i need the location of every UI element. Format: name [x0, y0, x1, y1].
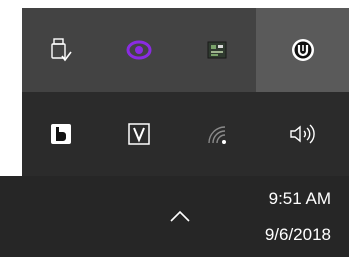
speaker-volume-icon: [289, 124, 315, 144]
tray-icon-v-app[interactable]: [100, 92, 178, 176]
v-app-icon: [128, 123, 150, 145]
tray-icon-bitwarden[interactable]: [22, 92, 100, 176]
wifi-icon: [208, 126, 226, 144]
tray-icon-volume[interactable]: [256, 92, 349, 176]
tray-icon-network[interactable]: [178, 92, 256, 176]
purple-eye-app-icon: [126, 40, 152, 60]
tray-icon-u-app[interactable]: [256, 8, 349, 92]
clock-date: 9/6/2018: [264, 225, 331, 244]
tray-row-2: [22, 92, 349, 176]
bitwarden-b-icon: [51, 124, 71, 144]
notification-area-overflow: [22, 8, 349, 176]
chevron-up-icon: [170, 210, 190, 222]
clock-time: 9:51 AM: [268, 189, 331, 208]
circuit-board-app-icon: [207, 41, 227, 59]
show-hidden-icons-button[interactable]: [165, 204, 195, 228]
taskbar-clock[interactable]: 9:51 AM 9/6/2018: [215, 188, 331, 252]
tray-row-1: [22, 8, 349, 92]
tray-icon-purple-app[interactable]: [100, 8, 178, 92]
circled-u-app-icon: [291, 39, 314, 61]
tray-icon-board-app[interactable]: [178, 8, 256, 92]
tray-icon-usb[interactable]: [22, 8, 100, 92]
usb-safely-remove-icon: [51, 38, 72, 62]
